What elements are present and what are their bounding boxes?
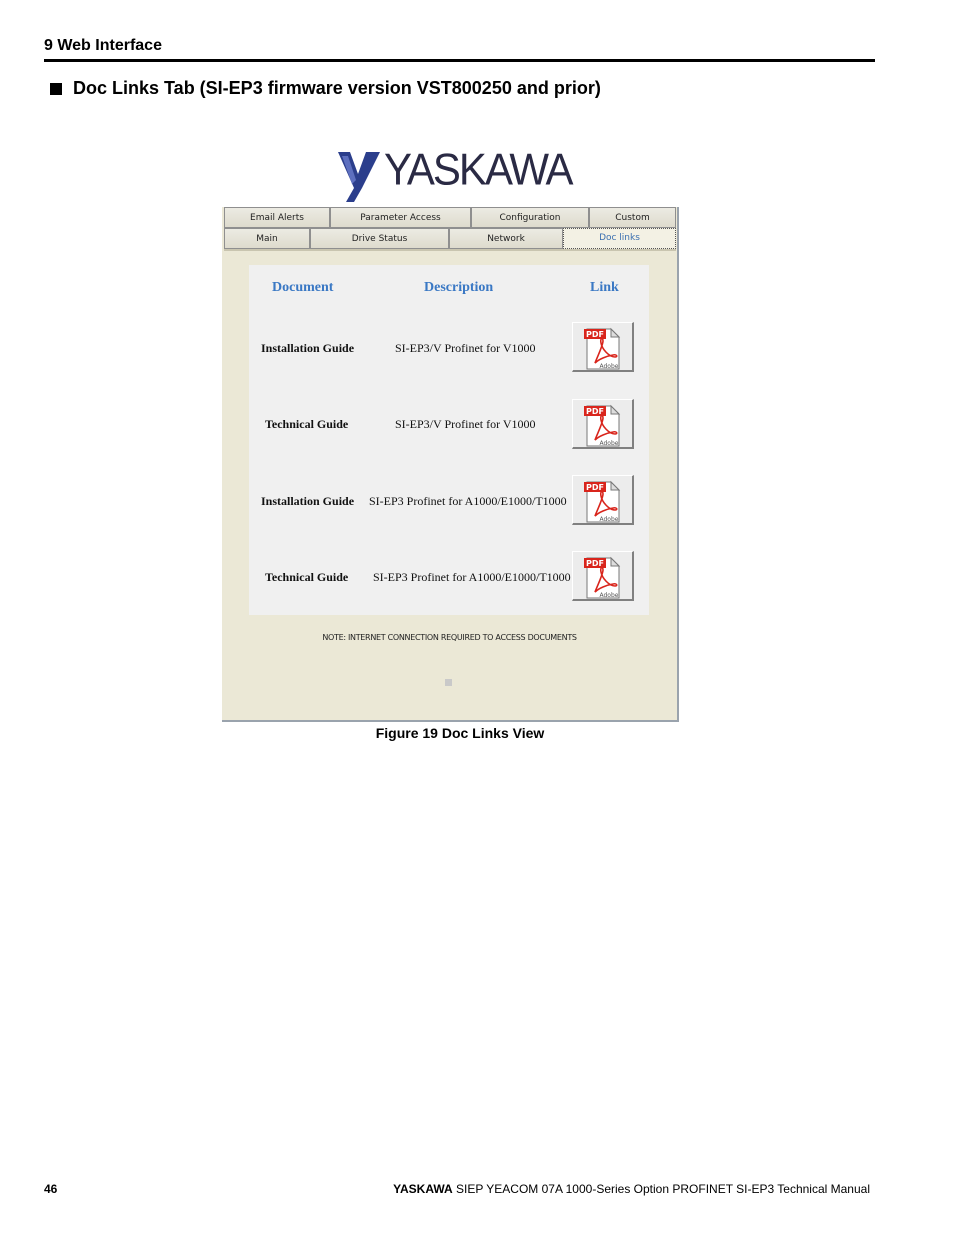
pdf-icon: PDF Adobe (584, 404, 621, 447)
tab-divider (224, 249, 676, 251)
footer-manual-title: SIEP YEACOM 07A 1000-Series Option PROFI… (452, 1182, 870, 1196)
logo-text: YASKAWA (384, 144, 573, 195)
doc-type-row-3: Installation Guide (261, 494, 355, 508)
doc-description-row-3: SI-EP3 Profinet for A1000/E1000/T1000 (369, 494, 567, 508)
svg-text:Adobe: Adobe (600, 440, 619, 447)
subsection-title: Doc Links Tab (SI-EP3 firmware version V… (50, 78, 601, 99)
tab-email-alerts[interactable]: Email Alerts (224, 207, 330, 228)
pdf-link-button-row-2[interactable]: PDF Adobe (572, 399, 634, 449)
tab-doc-links[interactable]: Doc links (563, 228, 676, 249)
section-header: 9 Web Interface (44, 37, 162, 54)
tab-configuration[interactable]: Configuration (471, 207, 589, 228)
svg-text:PDF: PDF (586, 483, 604, 492)
doc-description-row-1: SI-EP3/V Profinet for V1000 (395, 341, 536, 355)
tab-network[interactable]: Network (449, 228, 563, 249)
footer-brand: YASKAWA (393, 1182, 453, 1196)
column-header-document: Document (272, 280, 334, 295)
svg-text:PDF: PDF (586, 330, 604, 339)
pdf-icon: PDF Adobe (584, 480, 621, 523)
page-number: 46 (44, 1182, 58, 1196)
doc-type-row-1: Installation Guide (261, 341, 355, 355)
yaskawa-mark-icon (338, 152, 380, 202)
doc-links-panel: Document Description Link Installation G… (249, 265, 649, 615)
doc-type-row-4: Technical Guide (265, 570, 349, 584)
svg-text:Adobe: Adobe (600, 516, 619, 523)
tab-main[interactable]: Main (224, 228, 310, 249)
svg-text:PDF: PDF (586, 559, 604, 568)
tab-drive-status[interactable]: Drive Status (310, 228, 449, 249)
yaskawa-logo: YASKAWA (336, 144, 573, 204)
square-bullet-icon (50, 82, 62, 95)
pdf-link-button-row-4[interactable]: PDF Adobe (572, 551, 634, 601)
web-interface-screenshot: Email Alerts Parameter Access Configurat… (222, 207, 679, 722)
footer-title: YASKAWA SIEP YEACOM 07A 1000-Series Opti… (393, 1182, 870, 1196)
tab-row-bottom: Main Drive Status Network Doc links (224, 228, 676, 249)
svg-text:Adobe: Adobe (600, 592, 619, 599)
subsection-title-text: Doc Links Tab (SI-EP3 firmware version V… (73, 78, 601, 98)
svg-text:PDF: PDF (586, 407, 604, 416)
doc-description-row-4: SI-EP3 Profinet for A1000/E1000/T1000 (373, 570, 571, 584)
doc-type-row-2: Technical Guide (265, 417, 349, 431)
tab-row-top: Email Alerts Parameter Access Configurat… (224, 207, 676, 228)
pdf-link-button-row-3[interactable]: PDF Adobe (572, 475, 634, 525)
tab-custom[interactable]: Custom (589, 207, 676, 228)
loading-square-icon (445, 679, 452, 686)
pdf-link-button-row-1[interactable]: PDF Adobe (572, 322, 634, 372)
doc-description-row-2: SI-EP3/V Profinet for V1000 (395, 417, 536, 431)
header-rule (44, 59, 875, 62)
tab-parameter-access[interactable]: Parameter Access (330, 207, 471, 228)
column-header-description: Description (424, 280, 494, 295)
figure-caption: Figure 19 Doc Links View (375, 725, 545, 741)
internet-note: NOTE: INTERNET CONNECTION REQUIRED TO AC… (322, 633, 577, 642)
pdf-icon: PDF Adobe (584, 327, 621, 370)
pdf-icon: PDF Adobe (584, 556, 621, 599)
column-header-link: Link (590, 280, 619, 295)
svg-text:Adobe: Adobe (600, 363, 619, 370)
